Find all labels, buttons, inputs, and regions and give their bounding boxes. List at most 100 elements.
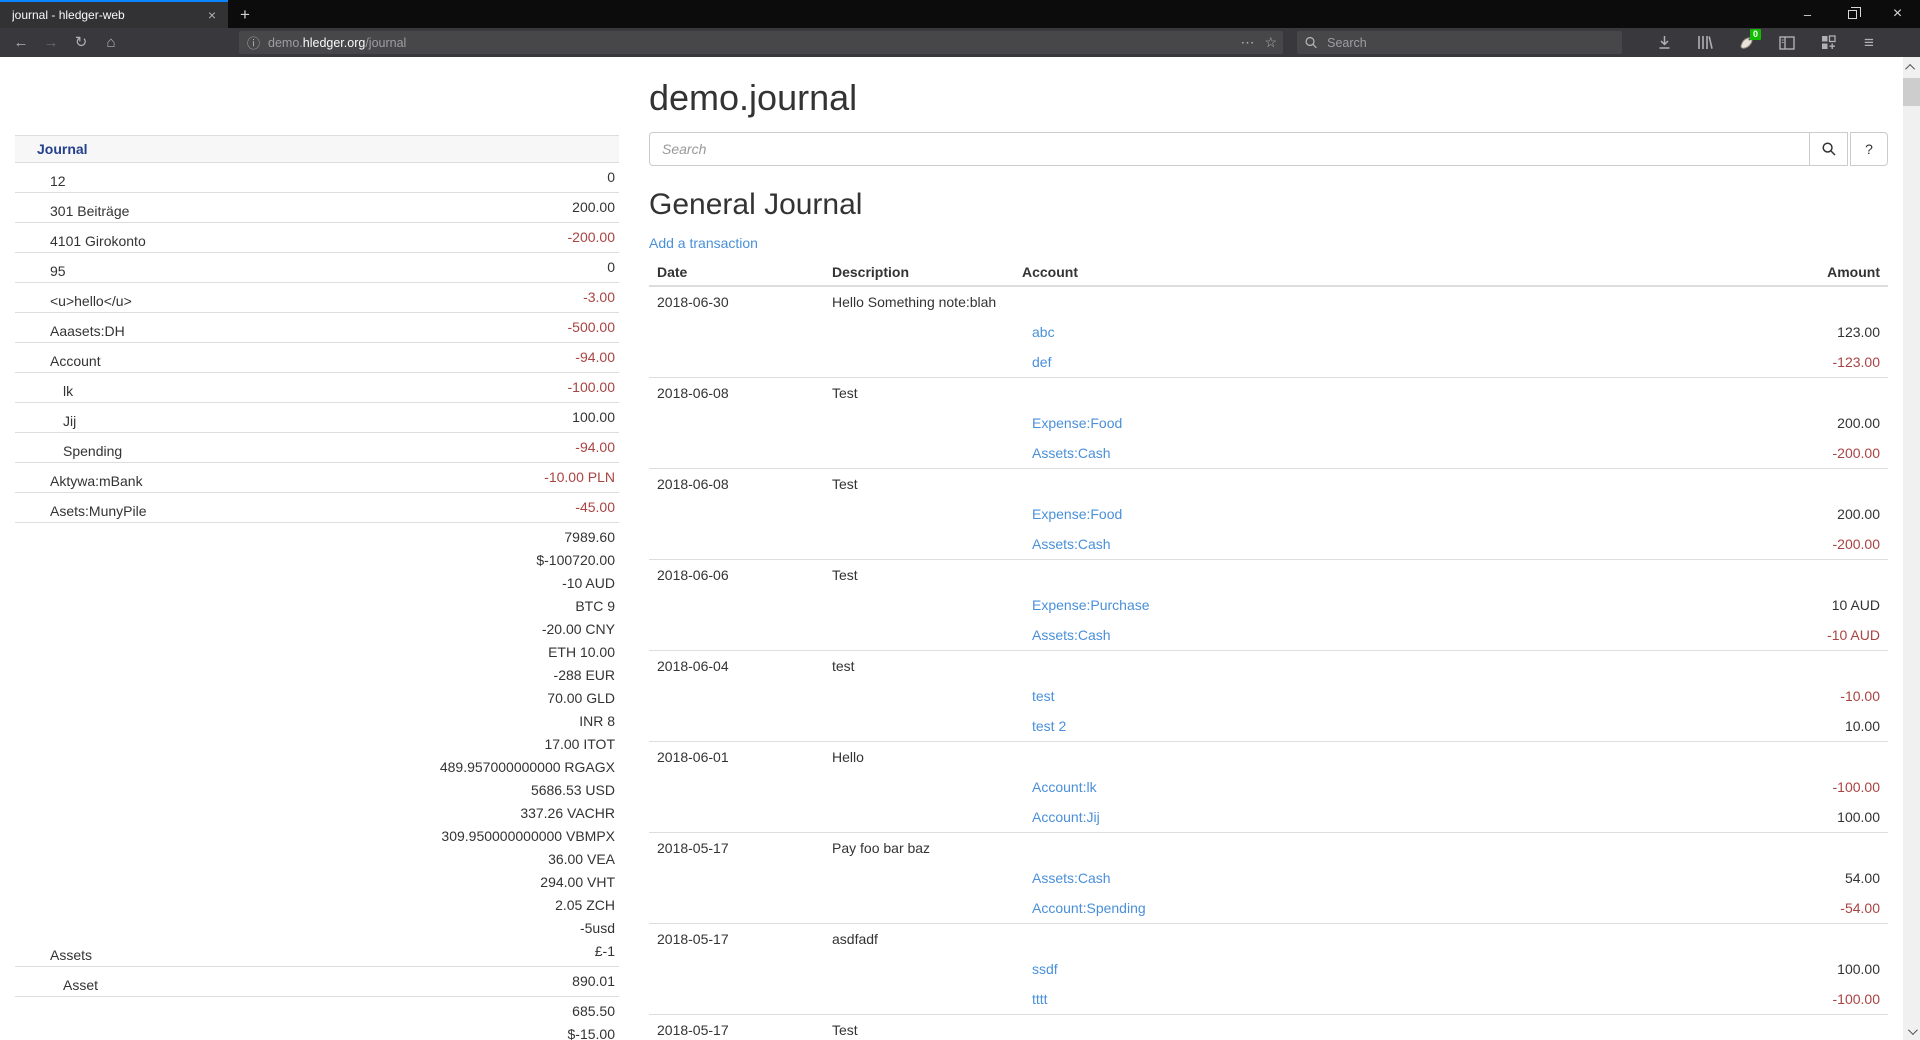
col-header-account: Account	[1014, 259, 1658, 286]
posting-account-link[interactable]: test 2	[1032, 718, 1066, 734]
sidebars-icon[interactable]	[1771, 30, 1803, 56]
restore-icon	[1848, 10, 1857, 19]
tab-title: journal - hledger-web	[12, 8, 204, 22]
account-link[interactable]: Asets:MunyPile	[50, 503, 146, 519]
posting-row: Expense:Food 200.00	[649, 408, 1888, 438]
extensions-grid-icon[interactable]	[1812, 30, 1844, 56]
posting-account-link[interactable]: abc	[1032, 324, 1055, 340]
posting-account-link[interactable]: Assets:Cash	[1032, 536, 1111, 552]
close-button[interactable]: ×	[1875, 0, 1920, 28]
account-link[interactable]: Account	[50, 353, 101, 369]
transaction-row[interactable]: 2018-05-17 Test	[649, 1015, 1888, 1040]
page-scrollbar[interactable]	[1903, 57, 1920, 1040]
posting-account-link[interactable]: Expense:Purchase	[1032, 597, 1150, 613]
posting-account-link[interactable]: ssdf	[1032, 961, 1058, 977]
posting-account-link[interactable]: Account:lk	[1032, 779, 1097, 795]
account-link[interactable]: Aktywa:mBank	[50, 473, 143, 489]
transaction-row[interactable]: 2018-06-08 Test	[649, 469, 1888, 500]
transaction-row[interactable]: 2018-06-01 Hello	[649, 742, 1888, 773]
posting-account-link[interactable]: tttt	[1032, 991, 1048, 1007]
site-info-icon[interactable]: ⓘ	[247, 33, 260, 52]
home-icon[interactable]: ⌂	[96, 28, 126, 57]
posting-row: Account:lk -100.00	[649, 772, 1888, 802]
transaction-description: Pay foo bar baz	[824, 833, 1014, 864]
new-tab-button[interactable]: +	[228, 0, 262, 28]
sidebar-accounts-table: Journal 12 0 301 Beiträge 200.00 4101 Gi…	[15, 135, 619, 1040]
tab-close-icon[interactable]: ×	[204, 7, 220, 23]
transaction-group: 2018-06-08 Test Expense:Food 200.00 Asse…	[649, 469, 1888, 560]
page-actions-icon[interactable]: ⋯	[1240, 34, 1254, 51]
posting-account-link[interactable]: test	[1032, 688, 1055, 704]
posting-row: Assets:Cash -200.00	[649, 438, 1888, 469]
url-bar[interactable]: ⓘ demo.hledger.org/journal ⋯ ☆	[239, 31, 1283, 54]
posting-account-link[interactable]: Account:Jij	[1032, 809, 1100, 825]
account-balance: -10.00 PLN	[272, 463, 619, 493]
downloads-icon[interactable]	[1648, 30, 1680, 56]
posting-account-link[interactable]: def	[1032, 354, 1051, 370]
journal-search-input[interactable]	[649, 132, 1810, 166]
account-row: Spending -94.00	[15, 433, 619, 463]
posting-row: Expense:Food 200.00	[649, 499, 1888, 529]
account-link[interactable]: lk	[63, 383, 73, 399]
scrollbar-thumb[interactable]	[1903, 78, 1920, 106]
col-header-description: Description	[824, 259, 1014, 286]
transaction-group: 2018-06-06 Test Expense:Purchase 10 AUD …	[649, 560, 1888, 651]
posting-account-link[interactable]: Assets:Cash	[1032, 870, 1111, 886]
transaction-row[interactable]: 2018-06-06 Test	[649, 560, 1888, 591]
transaction-date: 2018-05-17	[649, 833, 824, 864]
posting-account-link[interactable]: Assets:Cash	[1032, 627, 1111, 643]
toolbar-search-input[interactable]	[1325, 35, 1614, 51]
posting-account-link[interactable]: Expense:Food	[1032, 415, 1122, 431]
library-icon[interactable]	[1689, 30, 1721, 56]
reload-icon[interactable]: ↻	[66, 28, 96, 57]
scrollbar-up-arrow[interactable]	[1903, 59, 1920, 76]
transaction-row[interactable]: 2018-05-17 asdfadf	[649, 924, 1888, 955]
account-link[interactable]: Asset	[63, 977, 98, 993]
posting-amount: -100.00	[1658, 772, 1888, 802]
add-transaction-link[interactable]: Add a transaction	[649, 235, 758, 251]
account-link[interactable]: <u>hello</u>	[50, 293, 132, 309]
extension-icon[interactable]: 0	[1730, 30, 1762, 56]
account-link[interactable]: 95	[50, 263, 66, 279]
browser-tab[interactable]: journal - hledger-web ×	[0, 0, 228, 28]
account-balance: -45.00	[272, 493, 619, 523]
posting-amount: 200.00	[1658, 499, 1888, 529]
sidebar-accounts: 12 0 301 Beiträge 200.00 4101 Girokonto …	[15, 163, 619, 1040]
transaction-row[interactable]: 2018-05-17 Pay foo bar baz	[649, 833, 1888, 864]
account-balance: -3.00	[272, 283, 619, 313]
transaction-group: 2018-06-30 Hello Something note:blah abc…	[649, 286, 1888, 378]
restore-button[interactable]	[1830, 0, 1875, 28]
posting-account-link[interactable]: Account:Spending	[1032, 900, 1146, 916]
posting-amount: -123.00	[1658, 347, 1888, 378]
transaction-description: asdfadf	[824, 924, 1014, 955]
transaction-row[interactable]: 2018-06-08 Test	[649, 378, 1888, 409]
transaction-row[interactable]: 2018-06-30 Hello Something note:blah	[649, 286, 1888, 317]
sidebar-journal-link[interactable]: Journal	[37, 141, 88, 157]
transaction-row[interactable]: 2018-06-04 test	[649, 651, 1888, 682]
scrollbar-down-arrow[interactable]	[1903, 1023, 1920, 1040]
account-link[interactable]: Spending	[63, 443, 122, 459]
account-link[interactable]: 301 Beiträge	[50, 203, 129, 219]
account-row: 12 0	[15, 163, 619, 193]
search-help-button[interactable]: ?	[1850, 132, 1888, 166]
account-link[interactable]: Aaasets:DH	[50, 323, 125, 339]
forward-icon[interactable]: →	[36, 28, 66, 57]
account-link[interactable]: 4101 Girokonto	[50, 233, 146, 249]
page-content: Journal 12 0 301 Beiträge 200.00 4101 Gi…	[0, 57, 1903, 1040]
toolbar-search[interactable]	[1297, 31, 1622, 54]
transaction-description: Hello Something note:blah	[824, 286, 1014, 317]
bookmark-star-icon[interactable]: ☆	[1264, 34, 1277, 51]
posting-account-link[interactable]: Expense:Food	[1032, 506, 1122, 522]
account-link[interactable]: Assets	[50, 947, 92, 963]
posting-row: Account:Jij 100.00	[649, 802, 1888, 833]
transaction-group: 2018-06-04 test test -10.00 test 2 10.00	[649, 651, 1888, 742]
minimize-button[interactable]: –	[1785, 0, 1830, 28]
menu-icon[interactable]: ≡	[1853, 30, 1885, 56]
posting-account-link[interactable]: Assets:Cash	[1032, 445, 1111, 461]
transaction-group: 2018-05-17 Test	[649, 1015, 1888, 1040]
search-submit-button[interactable]	[1810, 132, 1848, 166]
account-link[interactable]: 12	[50, 173, 66, 189]
back-icon[interactable]: ←	[6, 28, 36, 57]
account-row: Asset 890.01	[15, 967, 619, 997]
account-link[interactable]: Jij	[63, 413, 76, 429]
